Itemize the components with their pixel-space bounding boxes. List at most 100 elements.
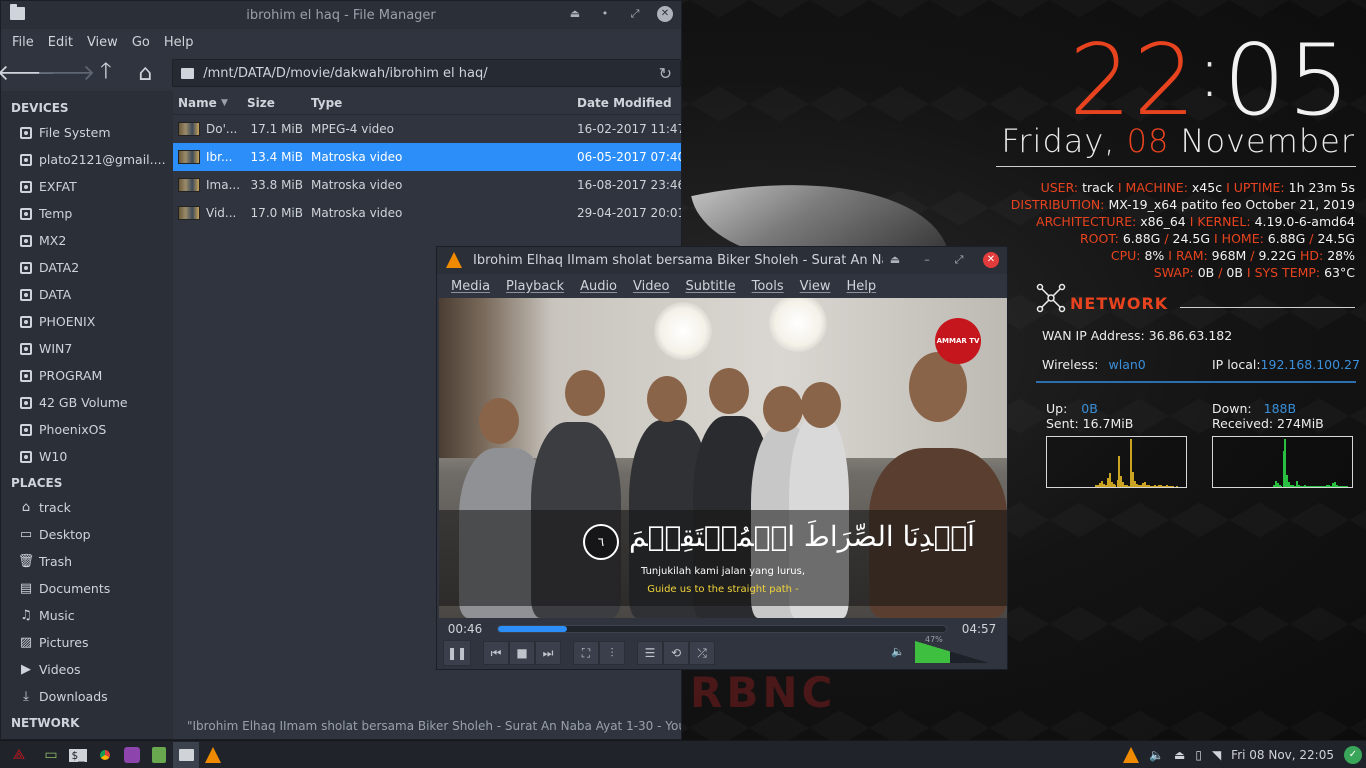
time-total[interactable]: 04:57 [951,622,1007,636]
loop-icon: ⟲ [670,646,682,660]
github-launcher[interactable] [119,742,145,768]
next-button[interactable]: ⏭ [535,641,561,665]
minimize-button[interactable]: – [919,252,935,268]
sidebar-device-item[interactable]: 42 GB Volume [1,389,173,416]
extended-settings-button[interactable]: ⫶ [599,641,625,665]
video-area[interactable]: AMMAR TV ٦ اَهۡدِنَا الصِّرَاطَ الۡمُسۡت… [439,298,1007,618]
shade-button[interactable]: ⏏ [887,252,903,268]
random-button[interactable]: ⤮ [689,641,715,665]
home-button[interactable]: ⌂ [127,58,165,88]
sidebar-device-item[interactable]: MX2 [1,227,173,254]
network-title: NETWORK [1070,294,1169,313]
sidebar-device-item[interactable]: plato2121@gmail.... [1,146,173,173]
file-row[interactable]: Ibr... 13.4 MiB Matroska video 06-05-2017 0… [173,143,681,171]
file-manager-task[interactable] [173,742,199,768]
sidebar-place-item[interactable]: ⌂ track [1,494,173,521]
reload-icon[interactable]: ↻ [659,64,672,83]
volume-icon[interactable]: 🔈 [1149,748,1164,762]
volume-slider[interactable]: 47% [915,635,989,663]
vlc-task[interactable] [200,742,226,768]
menu-view[interactable]: View [792,279,839,294]
fullscreen-button[interactable]: ⛶ [573,641,599,665]
battery-icon[interactable]: ▯ [1195,748,1202,762]
maximize-button[interactable]: ⤢ [627,6,643,22]
wifi-icon[interactable]: ◥ [1212,748,1221,762]
pause-button[interactable]: ❚❚ [443,640,471,666]
close-button[interactable]: ✕ [657,6,673,22]
sidebar-place-item[interactable]: ▤ Documents [1,575,173,602]
menu-media[interactable]: Media [443,279,498,294]
close-button[interactable]: ✕ [983,252,999,268]
show-desktop-button[interactable]: ▭ [38,742,64,768]
file-manager-titlebar[interactable]: ibrohim el haq - File Manager ⏏ • ⤢ ✕ [1,1,681,29]
menu-view[interactable]: View [80,35,125,50]
file-name: Ibr... [206,150,233,164]
sidebar-device-item[interactable]: PHOENIX [1,308,173,335]
file-row[interactable]: Ima... 33.8 MiB Matroska video 16-08-2017 2… [173,171,681,199]
column-name[interactable]: Name ▼ [173,96,245,110]
column-type[interactable]: Type [311,96,577,110]
stop-button[interactable]: ■ [509,641,535,665]
sysinfo-value: 8% [1144,248,1169,263]
terminal-launcher[interactable]: $_ [65,742,91,768]
chrome-launcher[interactable] [92,742,118,768]
column-date[interactable]: Date Modified [577,96,681,110]
sidebar-device-item[interactable]: WIN7 [1,335,173,362]
sidebar-device-label: PHOENIX [39,314,96,329]
sysinfo-label: HD: [1299,248,1328,263]
menu-video[interactable]: Video [625,279,677,294]
sidebar-device-item[interactable]: EXFAT [1,173,173,200]
file-row[interactable]: Vid... 17.0 MiB Matroska video 29-04-2017 2… [173,199,681,227]
eject-icon[interactable]: ⏏ [1174,748,1185,762]
menu-help[interactable]: Help [839,279,885,294]
menu-go[interactable]: Go [125,35,157,50]
sidebar-place-item[interactable]: ▨ Pictures [1,629,173,656]
speaker-icon[interactable]: 🔈 [891,645,905,658]
menu-playback[interactable]: Playback [498,279,572,294]
sidebar-place-item[interactable]: ♫ Music [1,602,173,629]
menu-tools[interactable]: Tools [744,279,792,294]
loop-button[interactable]: ⟲ [663,641,689,665]
sidebar-device-item[interactable]: W10 [1,443,173,470]
sidebar-device-label: W10 [39,449,68,464]
maximize-button[interactable]: ⤢ [951,252,967,268]
sidebar-place-item[interactable]: ▭ Desktop [1,521,173,548]
start-menu-button[interactable]: ⟁ [1,742,37,768]
shade-button[interactable]: ⏏ [567,6,583,22]
menu-audio[interactable]: Audio [572,279,625,294]
video-lamp [654,302,712,360]
sidebar-place-item[interactable]: 🗑 Trash [1,548,173,575]
sidebar-device-label: Temp [39,206,73,221]
vlc-titlebar[interactable]: Ibrohim Elhaq IImam sholat bersama Biker… [437,247,1007,274]
network-heading[interactable]: NETWORK [1,712,173,734]
location-bar[interactable]: /mnt/DATA/D/movie/dakwah/ibrohim el haq/… [172,59,681,87]
sidebar-device-item[interactable]: File System [1,119,173,146]
drive-icon [19,342,33,356]
file-date: 06-05-2017 07:40: [577,150,681,164]
forward-button[interactable]: 🡒 [37,58,96,88]
previous-button[interactable]: ⏮ [483,641,509,665]
playlist-button[interactable]: ☰ [637,641,663,665]
file-row[interactable]: Do'... 17.1 MiB MPEG-4 video 16-02-2017 11:… [173,115,681,143]
menu-file[interactable]: File [5,35,41,50]
sysinfo-value: MX-19_x64 patito feo October 21, 2019 [1108,197,1355,212]
sidebar-place-item[interactable]: ▶ Videos [1,656,173,683]
seek-slider[interactable] [497,625,947,633]
menu-help[interactable]: Help [157,35,201,50]
sidebar-device-item[interactable]: PROGRAM [1,362,173,389]
sidebar-device-item[interactable]: Temp [1,200,173,227]
sidebar-device-item[interactable]: DATA [1,281,173,308]
sidebar-place-item[interactable]: ⤓ Downloads [1,683,173,710]
mx-updater-icon[interactable]: ✓ [1344,746,1362,764]
column-size[interactable]: Size [245,96,311,110]
sidebar-device-item[interactable]: PhoenixOS [1,416,173,443]
taskbar-clock[interactable]: Fri 08 Nov, 22:05 [1231,748,1334,762]
app-launcher[interactable] [146,742,172,768]
up-button[interactable]: 🡑 [87,58,125,88]
vlc-tray-icon[interactable] [1123,747,1140,763]
menu-edit[interactable]: Edit [41,35,80,50]
sidebar-place-label: Documents [39,581,111,596]
sidebar-device-item[interactable]: DATA2 [1,254,173,281]
menu-subtitle[interactable]: Subtitle [677,279,743,294]
minimize-button[interactable]: • [597,6,613,22]
